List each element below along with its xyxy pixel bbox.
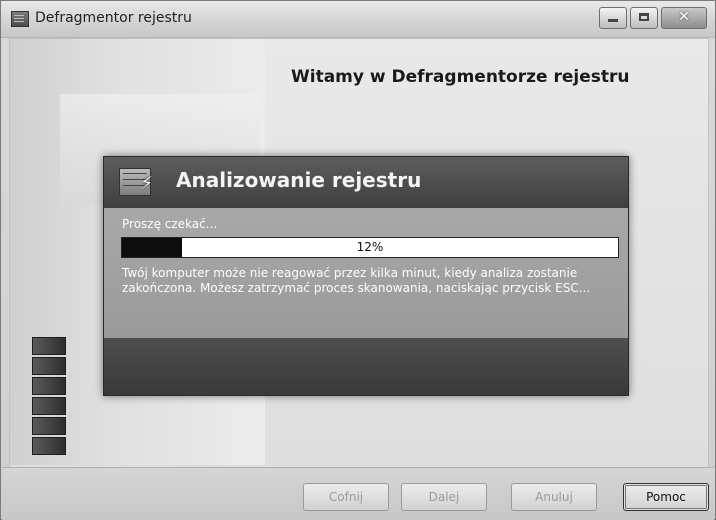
maximize-button[interactable] (630, 7, 658, 29)
registry-lightning-icon (119, 168, 153, 196)
back-button[interactable]: Cofnij (303, 483, 389, 511)
dialog-header: Analizowanie rejestru (104, 157, 628, 208)
maximize-icon (631, 10, 657, 21)
dialog-body: Proszę czekać... 12% Twój komputer może … (104, 208, 628, 338)
info-text: Twój komputer może nie reagować przez ki… (122, 266, 591, 295)
minimize-icon (600, 10, 626, 22)
main-window: Defragmentor rejestru ✕ Witamy w Defragm… (0, 0, 716, 520)
wizard-button-bar: Cofnij Dalej Anuluj Pomoc (2, 467, 714, 520)
next-button[interactable]: Dalej (401, 483, 487, 511)
dialog-title: Analizowanie rejestru (176, 168, 422, 192)
close-button[interactable]: ✕ (661, 7, 707, 29)
close-icon: ✕ (678, 9, 690, 25)
wait-text: Proszę czekać... (122, 217, 218, 231)
analysis-dialog: Analizowanie rejestru Proszę czekać... 1… (103, 156, 629, 396)
welcome-heading: Witamy w Defragmentorze rejestru (291, 67, 630, 87)
minimize-button[interactable] (599, 7, 627, 29)
title-bar[interactable]: Defragmentor rejestru ✕ (1, 1, 715, 38)
progress-bar: 12% (121, 237, 619, 258)
window-title: Defragmentor rejestru (35, 10, 192, 26)
dialog-footer (104, 338, 628, 395)
app-icon (11, 11, 29, 27)
registry-blocks-graphic (32, 337, 66, 457)
cancel-button[interactable]: Anuluj (511, 483, 597, 511)
help-button[interactable]: Pomoc (623, 483, 709, 511)
progress-label: 12% (356, 240, 384, 254)
